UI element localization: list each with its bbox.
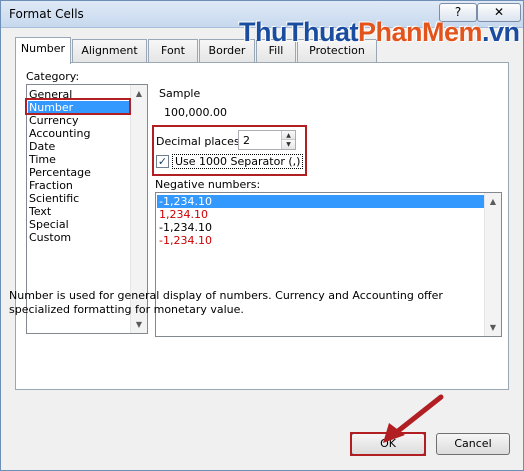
dialog-title: Format Cells: [9, 7, 84, 21]
negative-number-items: -1,234.10 1,234.10 -1,234.10 -1,234.10: [157, 195, 484, 247]
sample-value: 100,000.00: [164, 106, 227, 119]
sample-label: Sample: [159, 87, 201, 100]
category-description: Number is used for general display of nu…: [9, 289, 443, 316]
cancel-button[interactable]: Cancel: [436, 433, 510, 455]
tab-alignment[interactable]: Alignment: [72, 39, 147, 63]
scroll-up-icon[interactable]: ▲: [131, 85, 147, 102]
negative-format-item[interactable]: -1,234.10: [157, 195, 484, 208]
close-icon: ✕: [493, 5, 505, 19]
tab-border[interactable]: Border: [199, 39, 255, 63]
category-item-special[interactable]: Special: [28, 218, 130, 231]
spin-up-icon[interactable]: ▲: [281, 131, 295, 140]
category-item-general[interactable]: General: [28, 88, 130, 101]
negative-format-item[interactable]: -1,234.10: [157, 234, 484, 247]
checkmark-icon: ✓: [157, 155, 168, 168]
category-item-fraction[interactable]: Fraction: [28, 179, 130, 192]
help-icon: ?: [454, 5, 462, 19]
tab-fill[interactable]: Fill: [256, 39, 296, 63]
title-bar[interactable]: Format Cells ? ✕: [1, 1, 523, 28]
scroll-down-icon[interactable]: ▼: [131, 316, 147, 333]
ok-button[interactable]: OK: [351, 433, 425, 455]
spin-down-icon[interactable]: ▼: [281, 140, 295, 149]
sample-group: Sample 100,000.00: [154, 84, 502, 124]
decimal-places-label: Decimal places:: [156, 135, 244, 148]
category-item-date[interactable]: Date: [28, 140, 130, 153]
scroll-up-icon[interactable]: ▲: [485, 193, 501, 210]
close-button[interactable]: ✕: [477, 3, 521, 22]
help-button[interactable]: ?: [439, 3, 477, 22]
negative-numbers-label: Negative numbers:: [155, 178, 261, 191]
negative-numbers-scrollbar[interactable]: ▲ ▼: [484, 193, 501, 336]
decimal-places-value[interactable]: 2: [243, 134, 250, 147]
category-item-number[interactable]: Number: [28, 101, 130, 114]
category-label: Category:: [26, 70, 80, 83]
number-tab-panel: Category: General Number Currency Accoun…: [15, 62, 509, 390]
negative-format-item[interactable]: 1,234.10: [157, 208, 484, 221]
thousand-separator-label[interactable]: Use 1000 Separator (,): [172, 154, 304, 169]
tab-protection[interactable]: Protection: [297, 39, 377, 63]
category-items: General Number Currency Accounting Date …: [28, 88, 130, 244]
format-cells-dialog: Format Cells ? ✕ ThuThuatPhanMem.vn Numb…: [0, 0, 524, 471]
thousand-separator-checkbox[interactable]: ✓: [156, 155, 169, 168]
tab-number[interactable]: Number: [15, 37, 71, 64]
category-item-text[interactable]: Text: [28, 205, 130, 218]
negative-format-item[interactable]: -1,234.10: [157, 221, 484, 234]
tab-font[interactable]: Font: [148, 39, 198, 63]
category-item-scientific[interactable]: Scientific: [28, 192, 130, 205]
category-item-time[interactable]: Time: [28, 153, 130, 166]
category-item-accounting[interactable]: Accounting: [28, 127, 130, 140]
scroll-down-icon[interactable]: ▼: [485, 319, 501, 336]
decimal-places-spinner[interactable]: 2 ▲ ▼: [238, 130, 296, 150]
category-item-percentage[interactable]: Percentage: [28, 166, 130, 179]
category-item-custom[interactable]: Custom: [28, 231, 130, 244]
category-item-currency[interactable]: Currency: [28, 114, 130, 127]
